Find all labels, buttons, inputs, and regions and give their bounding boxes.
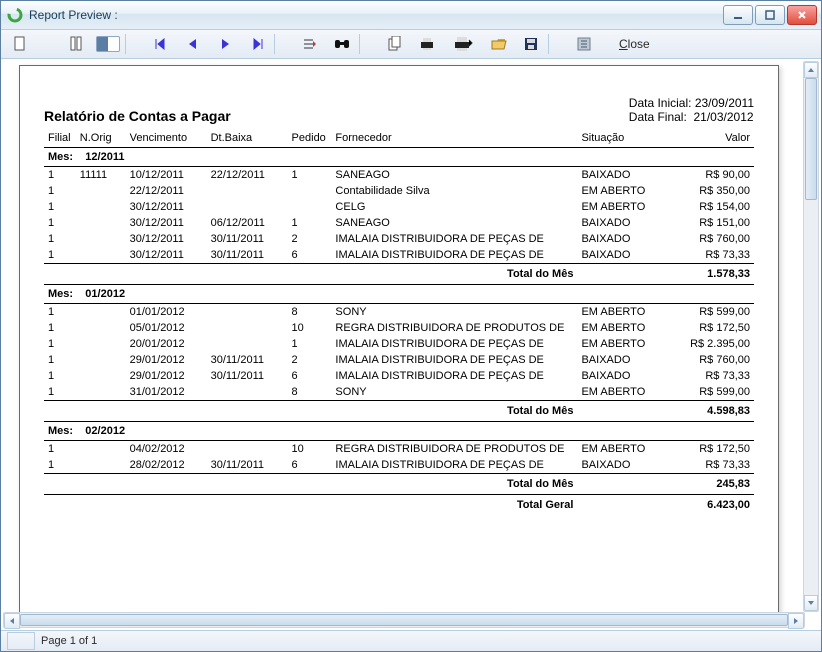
toolbar: Close xyxy=(1,30,821,59)
table-header-row: Filial N.Orig Vencimento Dt.Baixa Pedido… xyxy=(44,130,754,148)
minimize-button[interactable] xyxy=(723,5,753,25)
titlebar: Report Preview : xyxy=(1,1,821,30)
horizontal-scroll-thumb[interactable] xyxy=(20,614,788,626)
next-page-icon[interactable] xyxy=(212,32,238,56)
table-row: 122/12/2011Contabilidade SilvaEM ABERTOR… xyxy=(44,183,754,199)
fit-page-icon[interactable] xyxy=(63,32,89,56)
month-group-header: Mes: 02/2012 xyxy=(44,422,754,441)
month-group-header: Mes: 01/2012 xyxy=(44,285,754,304)
app-icon xyxy=(7,7,23,23)
vertical-scroll-thumb[interactable] xyxy=(805,78,817,200)
prev-page-icon[interactable] xyxy=(180,32,206,56)
print-icon[interactable] xyxy=(446,32,480,56)
open-icon[interactable] xyxy=(486,32,512,56)
table-row: 131/01/20128SONYEM ABERTOR$ 599,00 xyxy=(44,384,754,401)
scroll-down-icon[interactable] xyxy=(804,595,818,611)
last-page-icon[interactable] xyxy=(244,32,270,56)
table-row: 101/01/20128SONYEM ABERTOR$ 599,00 xyxy=(44,304,754,321)
table-row: 129/01/201230/11/20116IMALAIA DISTRIBUID… xyxy=(44,368,754,384)
copy-page-icon[interactable] xyxy=(382,32,408,56)
maximize-button[interactable] xyxy=(755,5,785,25)
table-row: 129/01/201230/11/20112IMALAIA DISTRIBUID… xyxy=(44,352,754,368)
new-page-icon[interactable] xyxy=(7,32,33,56)
report-date-range: Data Inicial: 23/09/2011 Data Final: 21/… xyxy=(629,96,754,124)
table-row: 104/02/201210REGRA DISTRIBUIDORA DE PROD… xyxy=(44,441,754,458)
scroll-right-icon[interactable] xyxy=(788,613,804,629)
toggle-view[interactable] xyxy=(95,32,121,56)
grand-total-row: Total Geral6.423,00 xyxy=(44,495,754,516)
report-table: Filial N.Orig Vencimento Dt.Baixa Pedido… xyxy=(44,130,754,515)
binoculars-icon[interactable] xyxy=(329,32,355,56)
report-viewport: Relatório de Contas a Pagar Data Inicial… xyxy=(1,59,821,630)
report-title: Relatório de Contas a Pagar xyxy=(44,108,231,124)
table-row: 105/01/201210REGRA DISTRIBUIDORA DE PROD… xyxy=(44,320,754,336)
month-total-row: Total do Mês4.598,83 xyxy=(44,401,754,422)
table-row: 130/12/201130/11/20112IMALAIA DISTRIBUID… xyxy=(44,231,754,247)
close-link[interactable]: Close xyxy=(619,37,650,51)
first-page-icon[interactable] xyxy=(148,32,174,56)
table-row: 11111110/12/201122/12/20111SANEAGOBAIXAD… xyxy=(44,167,754,184)
table-row: 128/02/201230/11/20116IMALAIA DISTRIBUID… xyxy=(44,457,754,474)
vertical-scrollbar[interactable] xyxy=(803,61,819,612)
align-right-icon[interactable] xyxy=(297,32,323,56)
close-button[interactable] xyxy=(787,5,817,25)
window-title: Report Preview : xyxy=(29,8,723,22)
scroll-up-icon[interactable] xyxy=(804,62,818,78)
status-grip xyxy=(7,632,35,650)
table-row: 130/12/2011CELGEM ABERTOR$ 154,00 xyxy=(44,199,754,215)
scroll-left-icon[interactable] xyxy=(4,613,20,629)
report-preview-window: Report Preview : xyxy=(0,0,822,652)
table-row: 130/12/201130/11/20116IMALAIA DISTRIBUID… xyxy=(44,247,754,264)
horizontal-scrollbar[interactable] xyxy=(3,612,805,628)
month-total-row: Total do Mês1.578,33 xyxy=(44,264,754,285)
page-indicator: Page 1 of 1 xyxy=(41,635,97,647)
print-setup-icon[interactable] xyxy=(414,32,440,56)
month-group-header: Mes: 12/2011 xyxy=(44,148,754,167)
table-row: 120/01/20121IMALAIA DISTRIBUIDORA DE PEÇ… xyxy=(44,336,754,352)
report-page: Relatório de Contas a Pagar Data Inicial… xyxy=(19,65,779,614)
statusbar: Page 1 of 1 xyxy=(1,630,821,651)
month-total-row: Total do Mês245,83 xyxy=(44,474,754,495)
window-controls xyxy=(723,5,817,25)
save-icon[interactable] xyxy=(518,32,544,56)
table-row: 130/12/201106/12/20111SANEAGOBAIXADOR$ 1… xyxy=(44,215,754,231)
options-icon[interactable] xyxy=(571,32,597,56)
